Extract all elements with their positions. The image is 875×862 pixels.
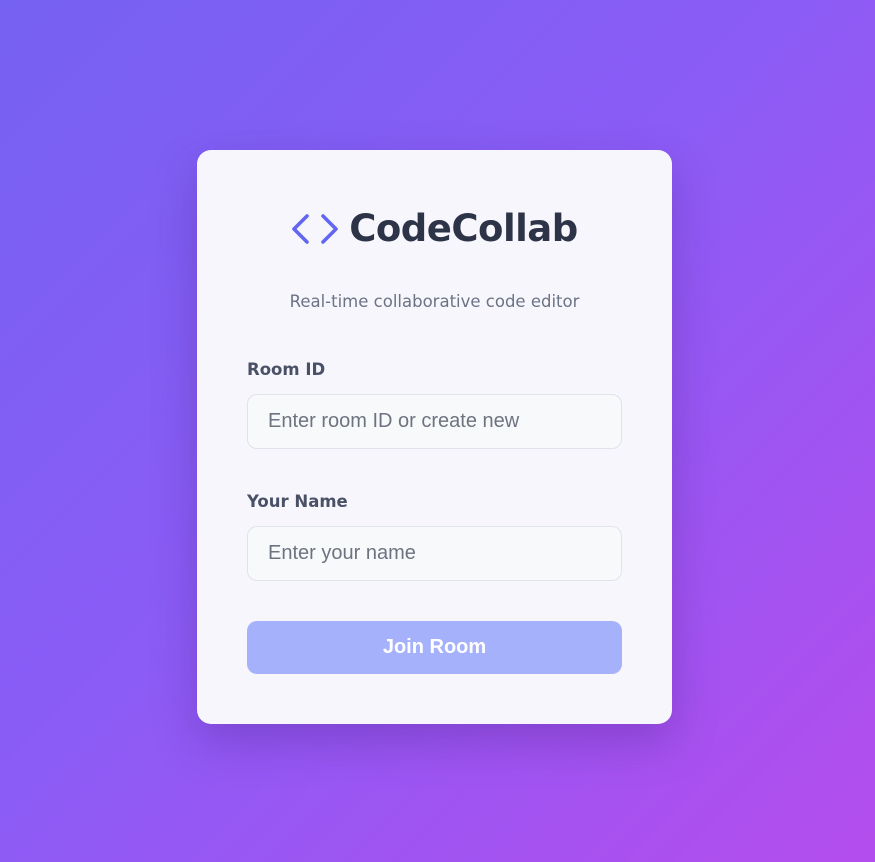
your-name-input[interactable] [247,526,622,581]
join-card: CodeCollab Real-time collaborative code … [197,150,672,724]
join-room-button[interactable]: Join Room [247,621,622,674]
brand-header: CodeCollab [197,210,672,247]
app-subtitle: Real-time collaborative code editor [289,292,580,311]
your-name-label: Your Name [247,492,348,511]
room-id-label: Room ID [247,360,326,379]
room-id-input[interactable] [247,394,622,449]
app-title: CodeCollab [349,207,578,250]
code-brackets-icon [291,212,339,246]
